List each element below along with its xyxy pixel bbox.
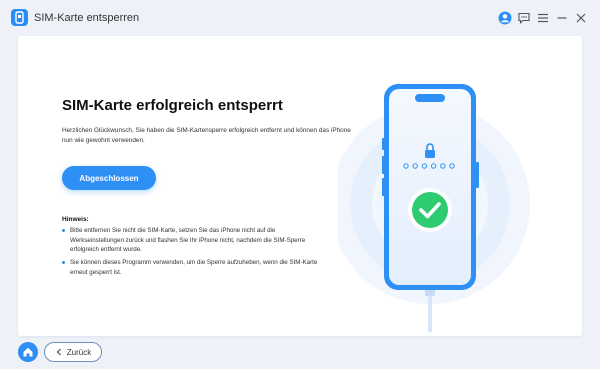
phone-notch	[415, 94, 445, 102]
hint-title: Hinweis:	[62, 216, 89, 223]
hint-item: Sie können dieses Programm verwenden, um…	[62, 258, 322, 277]
minimize-icon[interactable]	[554, 10, 570, 26]
app-logo-icon	[11, 9, 28, 26]
bullet-icon	[62, 229, 65, 232]
hint-text: Sie können dieses Programm verwenden, um…	[70, 259, 318, 276]
main-panel: SIM-Karte erfolgreich entsperrt Herzlich…	[18, 36, 582, 336]
page-title: SIM-Karte erfolgreich entsperrt	[62, 97, 283, 114]
account-icon[interactable]	[497, 10, 513, 26]
back-label: Zurück	[66, 347, 92, 357]
home-button[interactable]	[18, 342, 38, 362]
back-button[interactable]: Zurück	[44, 342, 102, 362]
feedback-icon[interactable]	[516, 10, 532, 26]
done-button[interactable]: Abgeschlossen	[62, 166, 156, 190]
chevron-left-icon	[56, 348, 61, 356]
success-description: Herzlichen Glückwunsch, Sie haben die SI…	[62, 127, 351, 144]
bullet-icon	[62, 261, 65, 264]
phone-screen	[389, 89, 471, 285]
close-icon[interactable]	[573, 10, 589, 26]
home-icon	[23, 347, 33, 357]
success-check-icon	[408, 188, 452, 232]
phone-illustration	[330, 76, 538, 339]
title-bar: SIM-Karte entsperren	[0, 0, 600, 36]
hint-item: Bitte entfernen Sie nicht die SIM-Karte,…	[62, 226, 322, 255]
menu-icon[interactable]	[535, 10, 551, 26]
window-title: SIM-Karte entsperren	[34, 12, 140, 24]
cable-line	[428, 296, 432, 332]
hint-text: Bitte entfernen Sie nicht die SIM-Karte,…	[70, 227, 306, 253]
